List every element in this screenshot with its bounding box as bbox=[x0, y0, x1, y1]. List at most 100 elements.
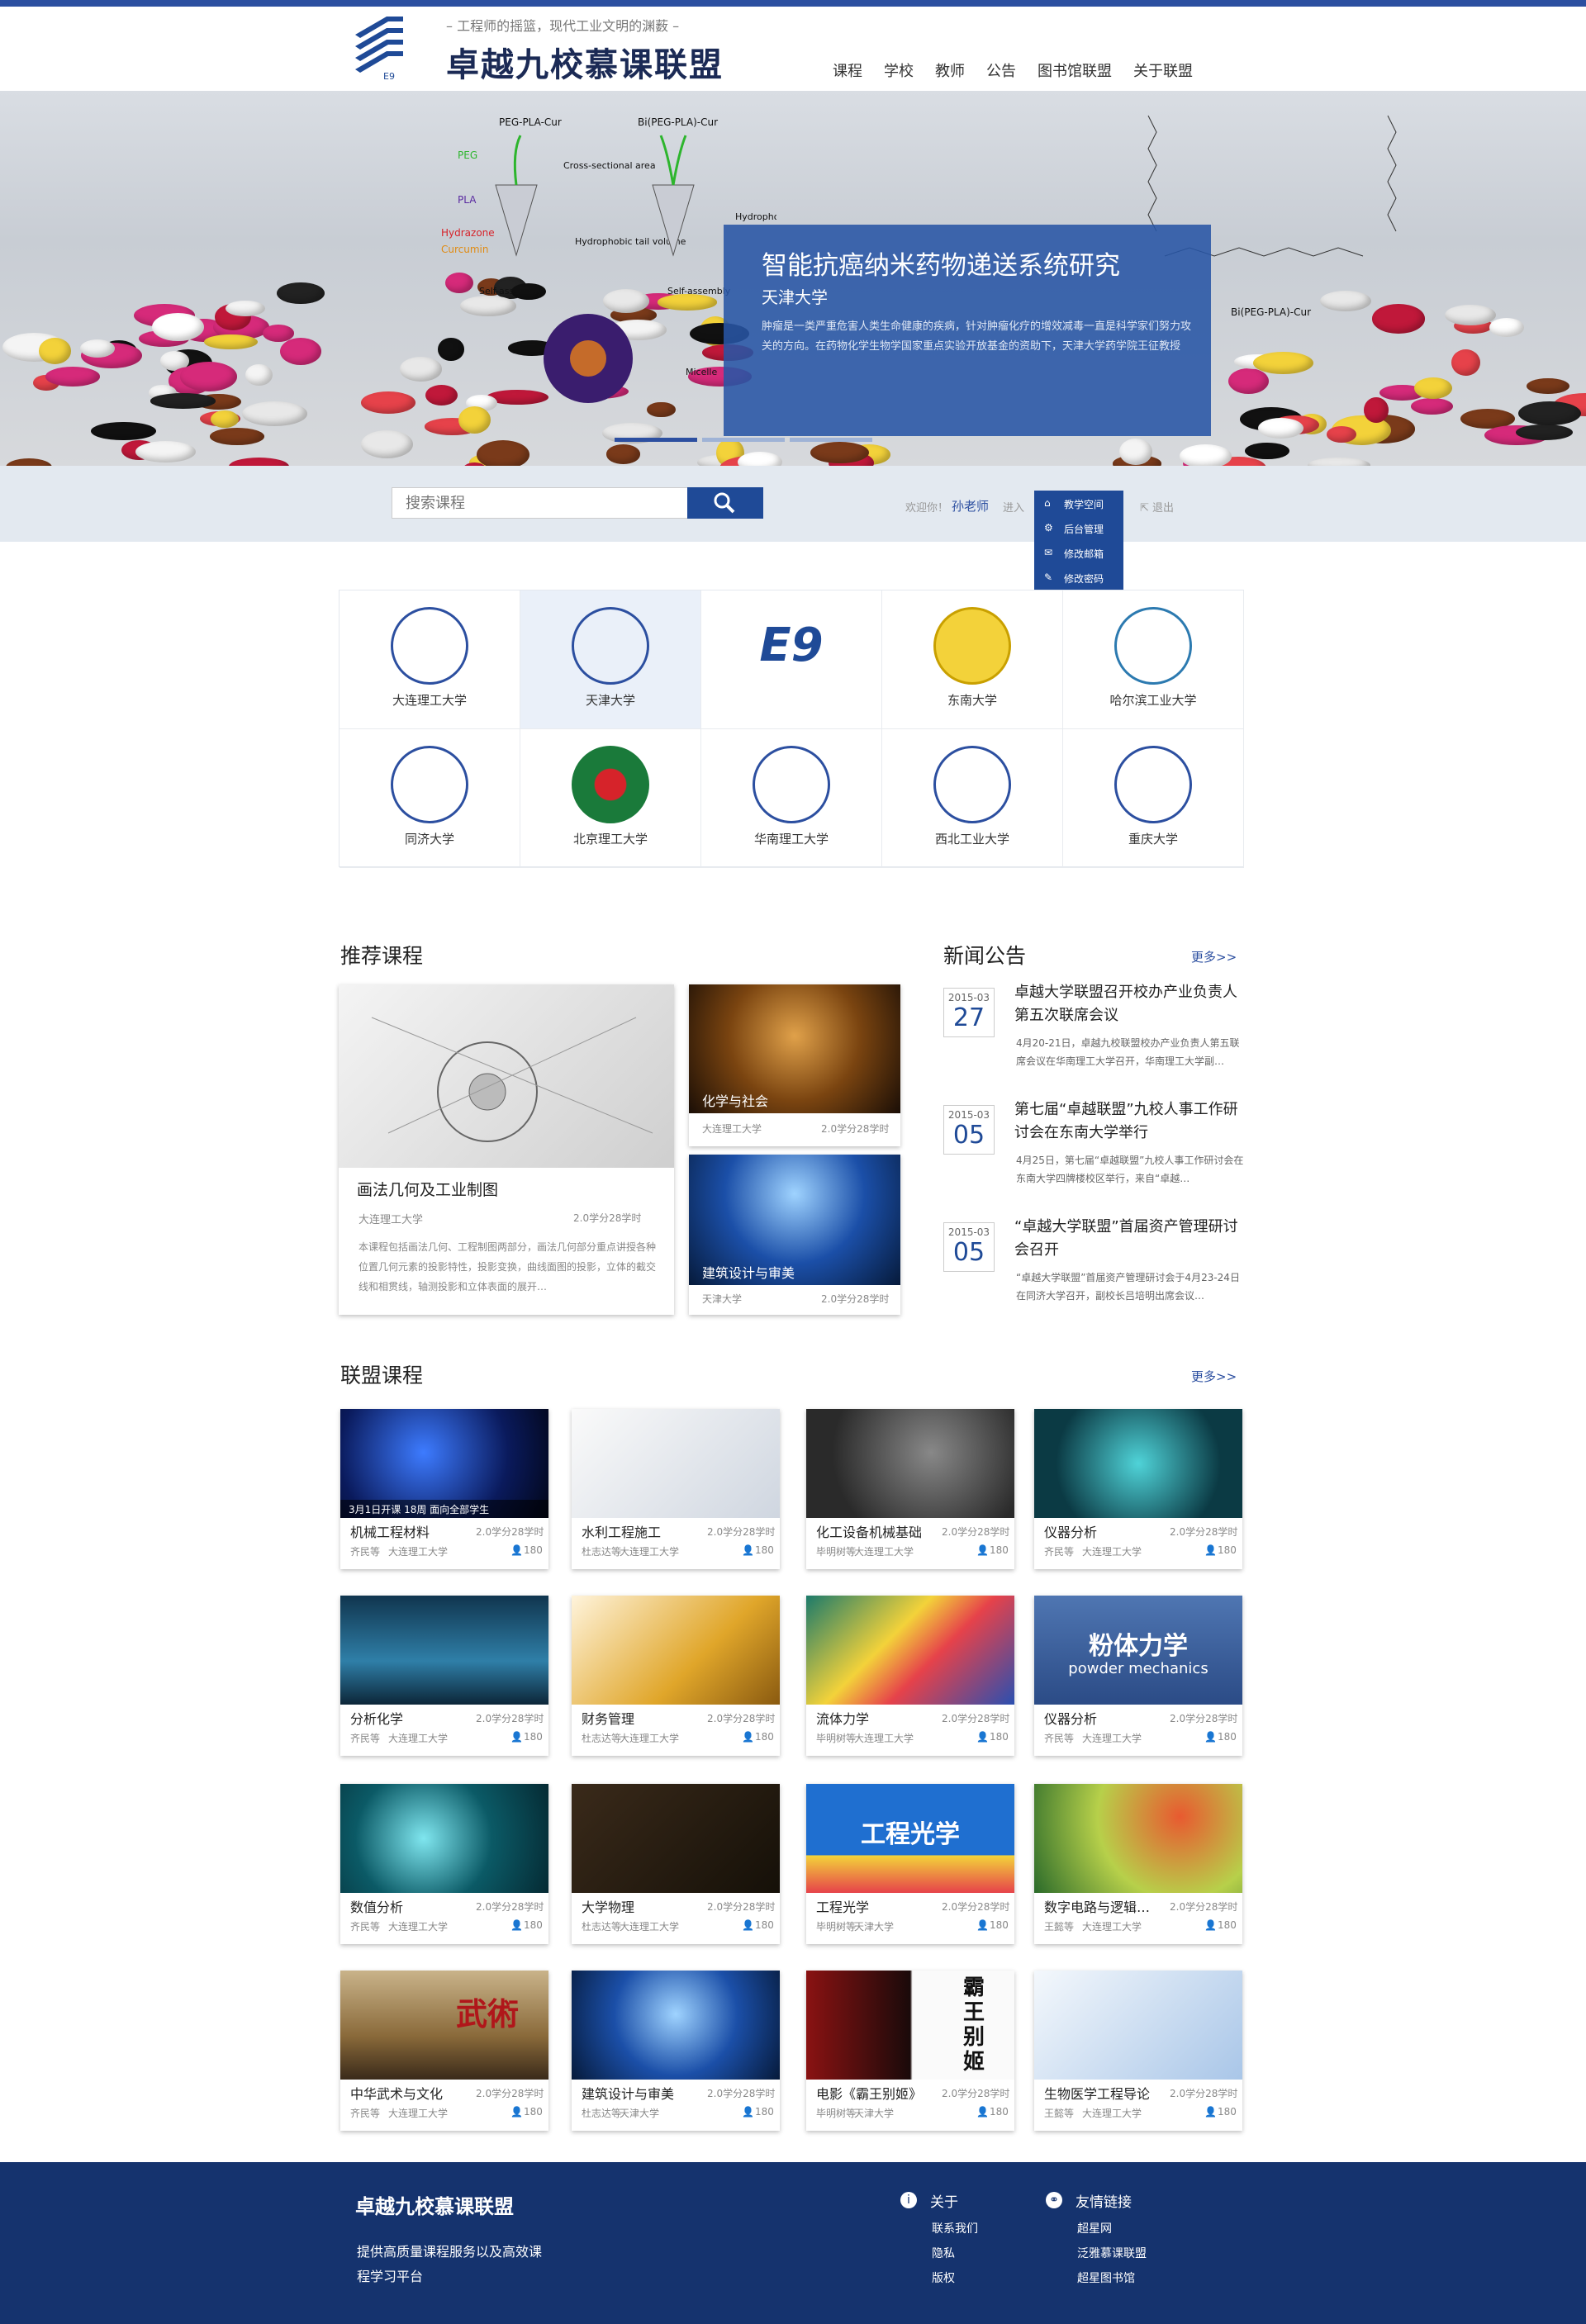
course-title[interactable]: 分析化学 bbox=[350, 1708, 403, 1728]
course-title[interactable]: 水利工程施工 bbox=[582, 1521, 661, 1541]
course-title[interactable]: 建筑设计与审美 bbox=[582, 2083, 674, 2103]
menu-teaching-space[interactable]: ⌂ 教学空间 bbox=[1034, 491, 1123, 515]
menu-change-password[interactable]: ✎ 修改密码 bbox=[1034, 565, 1123, 590]
course-title[interactable]: 化学与社会 bbox=[702, 1090, 768, 1110]
banner-title[interactable]: 智能抗癌纳米药物递送系统研究 bbox=[762, 244, 1120, 282]
alliance-course-card[interactable]: 仪器分析 2.0学分28学时 齐民等 大连理工大学 👤 180 bbox=[1034, 1409, 1242, 1569]
alliance-course-card[interactable]: 大学物理 2.0学分28学时 杜志达等 大连理工大学 👤 180 bbox=[572, 1784, 780, 1944]
course-title[interactable]: 仪器分析 bbox=[1044, 1521, 1097, 1541]
footer-link-chaoxing[interactable]: 超星网 bbox=[1077, 2220, 1112, 2236]
course-title[interactable]: 生物医学工程导论 bbox=[1044, 2083, 1150, 2103]
course-title[interactable]: 中华武术与文化 bbox=[350, 2083, 443, 2103]
school-tile[interactable]: 东南大学 bbox=[882, 590, 1063, 729]
school-tile[interactable]: 大连理工大学 bbox=[340, 590, 520, 729]
alliance-course-card[interactable]: 粉体力学 powder mechanics 仪器分析 2.0学分28学时 齐民等 大连理工… bbox=[1034, 1596, 1242, 1756]
footer-link-library[interactable]: 超星图书馆 bbox=[1077, 2269, 1135, 2286]
e9-logo-icon[interactable]: E9 bbox=[354, 12, 405, 81]
news-more-link[interactable]: 更多>> bbox=[1191, 948, 1237, 965]
course-title[interactable]: 化工设备机械基础 bbox=[816, 1521, 922, 1541]
alliance-course-card[interactable]: 财务管理 2.0学分28学时 杜志达等 大连理工大学 👤 180 bbox=[572, 1596, 780, 1756]
logout-label: 退出 bbox=[1152, 502, 1175, 515]
school-tile[interactable]: 西北工业大学 bbox=[882, 729, 1063, 868]
nav-library-alliance[interactable]: 图书馆联盟 bbox=[1038, 59, 1112, 81]
alliance-course-card[interactable]: 3月1日开课 18周 面向全部学生 机械工程材料 2.0学分28学时 齐民等 大连理工大… bbox=[340, 1409, 548, 1569]
menu-change-email[interactable]: ✉ 修改邮箱 bbox=[1034, 540, 1123, 565]
nav-schools[interactable]: 学校 bbox=[884, 59, 914, 81]
news-item-title[interactable]: “卓越大学联盟”首届资产管理研讨会召开 bbox=[1014, 1216, 1246, 1262]
pill-decoration bbox=[1307, 458, 1371, 466]
slide-dot[interactable] bbox=[615, 438, 697, 442]
alliance-title: 联盟课程 bbox=[340, 1364, 424, 1387]
recommended-main-card[interactable]: 画法几何及工业制图 大连理工大学 2.0学分28学时 本课程包括画法几何、工程制… bbox=[339, 984, 674, 1315]
course-title[interactable]: 画法几何及工业制图 bbox=[357, 1178, 498, 1200]
alliance-course-card[interactable]: 水利工程施工 2.0学分28学时 杜志达等 大连理工大学 👤 180 bbox=[572, 1409, 780, 1569]
course-title[interactable]: 数值分析 bbox=[350, 1896, 403, 1916]
alliance-more-link[interactable]: 更多>> bbox=[1191, 1368, 1237, 1385]
school-tile[interactable]: 重庆大学 bbox=[1063, 729, 1244, 868]
pill-decoration bbox=[1411, 398, 1454, 415]
course-title[interactable]: 工程光学 bbox=[816, 1896, 869, 1916]
nav-teachers[interactable]: 教师 bbox=[935, 59, 965, 81]
alliance-course-card[interactable]: 生物医学工程导论 2.0学分28学时 王懿等 大连理工大学 👤 180 bbox=[1034, 1971, 1242, 2131]
footer-link-contact[interactable]: 联系我们 bbox=[932, 2220, 978, 2236]
school-tile[interactable]: 哈尔滨工业大学 bbox=[1063, 590, 1244, 729]
slide-dot[interactable] bbox=[790, 438, 872, 442]
footer-link-copyright[interactable]: 版权 bbox=[932, 2269, 955, 2286]
course-teacher: 齐民等 bbox=[350, 2108, 381, 2119]
menu-admin[interactable]: ⚙ 后台管理 bbox=[1034, 515, 1123, 540]
school-tile[interactable]: 天津大学 bbox=[520, 590, 701, 729]
course-credits: 2.0学分28学时 bbox=[942, 2088, 1010, 2099]
course-title[interactable]: 大学物理 bbox=[582, 1896, 634, 1916]
course-school: 大连理工大学 bbox=[854, 1733, 914, 1744]
pill-decoration bbox=[276, 282, 325, 305]
alliance-course-card[interactable]: 分析化学 2.0学分28学时 齐民等 大连理工大学 👤 180 bbox=[340, 1596, 548, 1756]
user-icon: 👤 bbox=[510, 1544, 523, 1556]
nav-courses[interactable]: 课程 bbox=[833, 59, 862, 81]
slide-dot[interactable] bbox=[702, 438, 785, 442]
nav-notices[interactable]: 公告 bbox=[986, 59, 1016, 81]
school-emblem-icon bbox=[1114, 746, 1192, 823]
course-title[interactable]: 机械工程材料 bbox=[350, 1521, 430, 1541]
course-school: 大连理工大学 bbox=[620, 1733, 680, 1744]
news-date-badge: 2015-03 05 bbox=[943, 1105, 995, 1155]
news-item-title[interactable]: 卓越大学联盟召开校办产业负责人第五次联席会议 bbox=[1014, 981, 1246, 1027]
course-title[interactable]: 流体力学 bbox=[816, 1708, 869, 1728]
alliance-course-card[interactable]: 工程光学 工程光学 2.0学分28学时 毕明树等 天津大学 👤 180 bbox=[806, 1784, 1014, 1944]
logout-icon: ⇱ bbox=[1140, 502, 1153, 515]
course-school: 大连理工大学 bbox=[388, 1921, 449, 1933]
mail-icon: ✉ bbox=[1044, 547, 1053, 558]
alliance-course-card[interactable]: 武術 中华武术与文化 2.0学分28学时 齐民等 大连理工大学 👤 180 bbox=[340, 1971, 548, 2131]
alliance-course-card[interactable]: 建筑设计与审美 2.0学分28学时 杜志达等 天津大学 👤 180 bbox=[572, 1971, 780, 2131]
school-emblem-icon bbox=[933, 746, 1011, 823]
school-tile[interactable]: 北京理工大学 bbox=[520, 729, 701, 868]
school-tile[interactable]: E9 bbox=[701, 590, 882, 729]
course-title[interactable]: 仪器分析 bbox=[1044, 1708, 1097, 1728]
site-title[interactable]: 卓越九校慕课联盟 bbox=[446, 38, 724, 86]
course-title[interactable]: 电影《霸王别姬》 bbox=[816, 2083, 922, 2103]
school-tile[interactable]: 华南理工大学 bbox=[701, 729, 882, 868]
course-thumbnail bbox=[340, 1596, 548, 1705]
footer-link-fanya[interactable]: 泛雅慕课联盟 bbox=[1077, 2245, 1147, 2261]
search-button[interactable] bbox=[687, 487, 763, 519]
user-name-link[interactable]: 孙老师 bbox=[952, 497, 989, 515]
school-tile[interactable]: 同济大学 bbox=[340, 729, 520, 868]
nav-about[interactable]: 关于联盟 bbox=[1133, 59, 1193, 81]
course-title[interactable]: 财务管理 bbox=[582, 1708, 634, 1728]
pill-decoration bbox=[228, 457, 290, 466]
logout-link[interactable]: ⇱ 退出 bbox=[1140, 499, 1174, 515]
alliance-course-card[interactable]: 流体力学 2.0学分28学时 毕明树等 大连理工大学 👤 180 bbox=[806, 1596, 1014, 1756]
course-title[interactable]: 建筑设计与审美 bbox=[702, 1262, 795, 1282]
news-item-title[interactable]: 第七届“卓越联盟”九校人事工作研讨会在东南大学举行 bbox=[1014, 1098, 1246, 1145]
alliance-course-card[interactable]: 霸王别姬 电影《霸王别姬》 2.0学分28学时 毕明树等 天津大学 👤 180 bbox=[806, 1971, 1014, 2131]
alliance-course-card[interactable]: 化工设备机械基础 2.0学分28学时 毕明树等 大连理工大学 👤 180 bbox=[806, 1409, 1014, 1569]
recommended-side-card[interactable]: 化学与社会 大连理工大学 2.0学分28学时 bbox=[689, 984, 900, 1146]
recommended-side-card[interactable]: 建筑设计与审美 天津大学 2.0学分28学时 bbox=[689, 1155, 900, 1315]
alliance-course-card[interactable]: 数字电路与逻辑… 2.0学分28学时 王懿等 大连理工大学 👤 180 bbox=[1034, 1784, 1242, 1944]
course-title[interactable]: 数字电路与逻辑… bbox=[1044, 1896, 1150, 1916]
alliance-course-card[interactable]: 数值分析 2.0学分28学时 齐民等 大连理工大学 👤 180 bbox=[340, 1784, 548, 1944]
school-name: 重庆大学 bbox=[1128, 832, 1178, 847]
hero-banner[interactable]: PEG-PLA-Cur Bi(PEG-PLA)-Cur PEG PLA Hydr… bbox=[0, 91, 1586, 466]
footer-link-privacy[interactable]: 隐私 bbox=[932, 2245, 955, 2261]
search-input[interactable] bbox=[392, 487, 689, 519]
course-credits: 2.0学分28学时 bbox=[942, 1713, 1010, 1724]
